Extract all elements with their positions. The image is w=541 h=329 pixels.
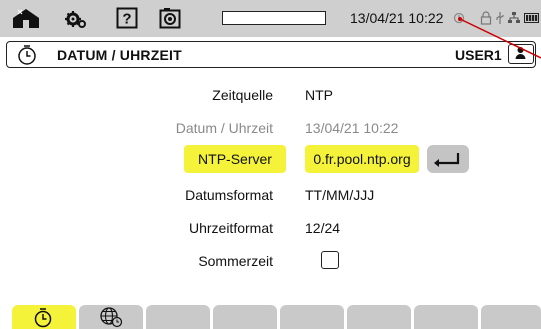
datumsformat-value[interactable]: TT/MM/JJJ [305, 187, 374, 203]
camera-icon[interactable] [157, 6, 183, 30]
tab-empty-4 [213, 305, 277, 329]
disk-icon [452, 6, 466, 30]
tab-clock[interactable] [12, 305, 76, 329]
enter-button[interactable] [427, 145, 469, 173]
user-button[interactable] [508, 44, 534, 64]
usb-icon [493, 6, 507, 30]
ntp-server-value: 0.fr.pool.ntp.org [313, 151, 411, 167]
battery-icon [524, 6, 540, 30]
ntp-server-label: NTP-Server [184, 145, 286, 173]
enter-icon [434, 153, 460, 167]
settings-gears-icon[interactable] [63, 6, 89, 30]
tab-empty-7 [414, 305, 478, 329]
tab-empty-8 [481, 305, 541, 329]
user-icon [515, 47, 526, 59]
lock-icon [479, 6, 493, 30]
status-bar: ? 13/04/21 10:22 [0, 0, 541, 37]
sommerzeit-checkbox[interactable] [321, 251, 339, 269]
help-icon[interactable]: ? [114, 6, 140, 30]
title-bar: DATUM / UHRZEIT USER1 [6, 41, 536, 68]
network-icon [507, 6, 521, 30]
datum-uhrzeit-label: Datum / Uhrzeit [175, 120, 273, 136]
uhrzeitformat-value[interactable]: 12/24 [305, 220, 340, 236]
clock-icon [34, 308, 52, 328]
status-datetime: 13/04/21 10:22 [350, 10, 444, 26]
zeitquelle-label: Zeitquelle [212, 87, 273, 103]
tab-empty-5 [280, 305, 344, 329]
page-title: DATUM / UHRZEIT [57, 47, 182, 63]
zeitquelle-value[interactable]: NTP [305, 87, 333, 103]
tab-empty-6 [347, 305, 411, 329]
uhrzeitformat-label: Uhrzeitformat [188, 220, 273, 236]
tab-empty-3 [146, 305, 210, 329]
tab-timezone[interactable] [79, 305, 143, 329]
ntp-server-input[interactable]: 0.fr.pool.ntp.org [305, 145, 419, 173]
datum-uhrzeit-value: 13/04/21 10:22 [305, 120, 399, 136]
ntp-server-label-text: NTP-Server [198, 151, 272, 167]
battery-progress [222, 11, 326, 25]
sommerzeit-label: Sommerzeit [198, 253, 273, 269]
clock-icon [17, 44, 37, 71]
home-icon[interactable] [8, 6, 44, 30]
user-label: USER1 [455, 47, 502, 63]
datumsformat-label: Datumsformat [185, 187, 273, 203]
globe-clock-icon [100, 307, 123, 328]
svg-text:?: ? [122, 11, 131, 28]
